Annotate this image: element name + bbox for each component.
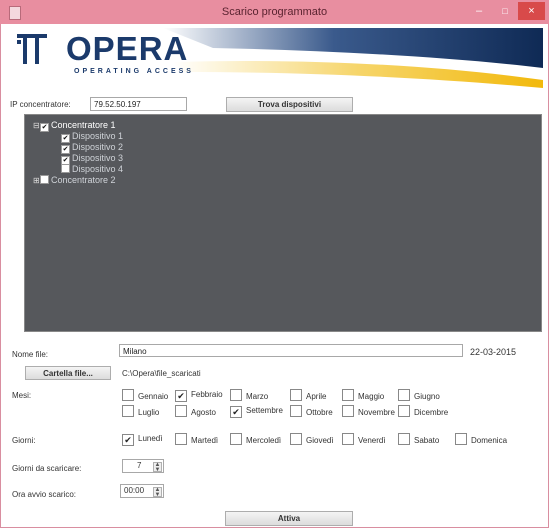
start-time-label: Ora avvio scarico:	[12, 490, 77, 499]
month-dicembre-checkbox[interactable]: Dicembre	[398, 405, 448, 419]
month-febbraio-checkbox[interactable]: ✔ Febbraio	[175, 389, 223, 402]
month-maggio-checkbox[interactable]: Maggio	[342, 389, 384, 403]
collapse-icon[interactable]: ⊟	[33, 120, 40, 131]
day-sabato-checkbox[interactable]: Sabato	[398, 433, 439, 447]
file-date: 22-03-2015	[470, 347, 517, 357]
spinner-arrows-icon[interactable]: ▲ ▼	[153, 462, 162, 473]
month-novembre-checkbox[interactable]: Novembre	[342, 405, 395, 419]
logo-mark-icon	[17, 34, 47, 64]
tree-node-device-4[interactable]: Dispositivo 4	[61, 164, 123, 175]
days-to-download-label: Giorni da scaricare:	[12, 464, 82, 473]
day-venerdi-checkbox[interactable]: Venerdì	[342, 433, 386, 447]
start-time-value: 00:00	[124, 486, 145, 495]
month-agosto-checkbox[interactable]: Agosto	[175, 405, 216, 419]
close-button[interactable]: ×	[518, 2, 545, 20]
day-martedi-checkbox[interactable]: Martedì	[175, 433, 218, 447]
month-marzo-checkbox[interactable]: Marzo	[230, 389, 268, 403]
ip-label: IP concentratore:	[10, 100, 71, 109]
month-gennaio-checkbox[interactable]: Gennaio	[122, 389, 168, 403]
day-giovedi-checkbox[interactable]: Giovedì	[290, 433, 334, 447]
start-time-picker[interactable]: 00:00 ▲ ▼	[120, 484, 164, 498]
logo-subtitle: OPERATING ACCESS	[74, 68, 194, 75]
day-mercoledi-checkbox[interactable]: Mercoledì	[230, 433, 281, 447]
month-luglio-checkbox[interactable]: Luglio	[122, 405, 159, 419]
activate-button[interactable]: Attiva	[225, 511, 353, 526]
folder-button[interactable]: Cartella file...	[25, 366, 111, 380]
tree-checkbox[interactable]: ✔	[40, 123, 49, 132]
device-tree[interactable]: ⊟ ✔ Concentratore 1 ✔ Dispositivo 1 ✔ Dispos…	[24, 114, 542, 332]
tree-checkbox[interactable]	[61, 164, 70, 173]
months-label: Mesi:	[12, 391, 32, 400]
title-bar: Scarico programmato – □ ×	[0, 0, 549, 24]
days-label: Giorni:	[12, 436, 36, 445]
tree-checkbox[interactable]	[40, 175, 49, 184]
day-lunedi-checkbox[interactable]: ✔ Lunedì	[122, 433, 162, 446]
expand-icon[interactable]: ⊞	[33, 175, 40, 186]
days-to-download-stepper[interactable]: 7 ▲ ▼	[122, 459, 164, 473]
month-aprile-checkbox[interactable]: Aprile	[290, 389, 326, 403]
tree-node-concentrator-2[interactable]: ⊞ Concentratore 2	[33, 175, 116, 186]
find-devices-button[interactable]: Trova dispositivi	[226, 97, 353, 112]
month-settembre-checkbox[interactable]: ✔ Settembre	[230, 405, 283, 418]
day-domenica-checkbox[interactable]: Domenica	[455, 433, 507, 447]
month-giugno-checkbox[interactable]: Giugno	[398, 389, 440, 403]
days-to-download-value: 7	[137, 461, 142, 470]
file-name-label: Nome file:	[12, 350, 49, 359]
logo-text: OPERA	[66, 30, 189, 67]
spinner-arrows-icon[interactable]: ▲ ▼	[153, 487, 162, 498]
ip-input[interactable]: 79.52.50.197	[90, 97, 187, 111]
folder-path: C:\Opera\file_scaricati	[122, 369, 201, 378]
month-ottobre-checkbox[interactable]: Ottobre	[290, 405, 333, 419]
minimize-button[interactable]: –	[466, 2, 492, 20]
file-name-input[interactable]: Milano	[119, 344, 463, 357]
maximize-button[interactable]: □	[494, 2, 516, 20]
